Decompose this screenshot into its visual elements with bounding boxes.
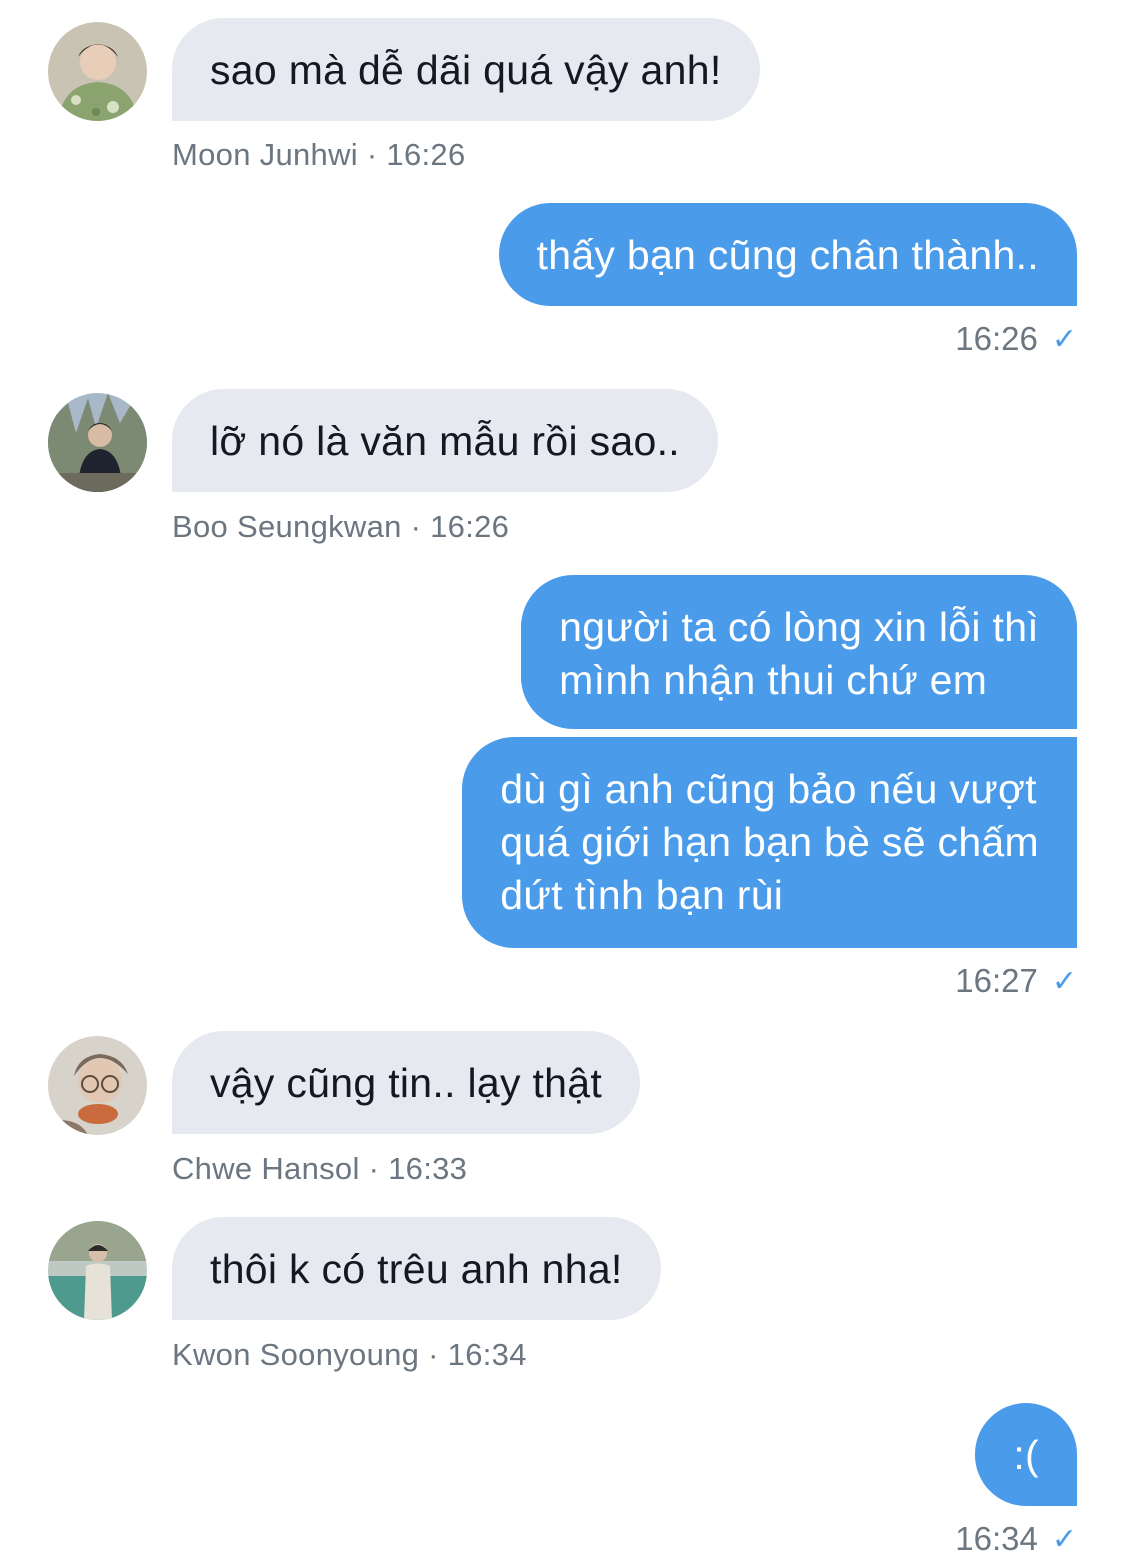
avatar-photo-icon — [48, 393, 147, 492]
avatar-photo-icon — [48, 1036, 147, 1135]
message-time: 16:27 — [955, 962, 1038, 999]
message-line: dứt tình bạn rùi — [500, 872, 784, 918]
incoming-message-bubble[interactable]: thôi k có trêu anh nha! — [172, 1217, 661, 1320]
avatar-photo-icon — [48, 22, 147, 121]
incoming-message-bubble[interactable]: lỡ nó là văn mẫu rồi sao.. — [172, 389, 718, 492]
avatar-kwon-soonyoung[interactable] — [48, 1221, 147, 1320]
avatar-moon-junhwi[interactable] — [48, 22, 147, 121]
avatar-chwe-hansol[interactable] — [48, 1036, 147, 1135]
message-meta: 16:26 ✓ — [955, 320, 1077, 358]
checkmark-icon: ✓ — [1051, 964, 1077, 998]
message-time: 16:26 — [955, 320, 1038, 357]
incoming-message-bubble[interactable]: vậy cũng tin.. lạy thật — [172, 1031, 641, 1134]
message-text: :( — [1013, 1432, 1039, 1478]
checkmark-icon: ✓ — [1051, 322, 1077, 356]
message-meta: Moon Junhwi · 16:26 — [172, 137, 466, 172]
outgoing-message-bubble[interactable]: người ta có lòng xin lỗi thì mình nhận t… — [521, 575, 1077, 729]
message-meta: Kwon Soonyoung · 16:34 — [172, 1337, 527, 1372]
message-text: sao mà dễ dãi quá vậy anh! — [210, 47, 722, 93]
avatar-boo-seungkwan[interactable] — [48, 393, 147, 492]
message-line: quá giới hạn bạn bè sẽ chấm — [500, 819, 1039, 865]
message-line: người ta có lòng xin lỗi thì — [559, 604, 1039, 650]
outgoing-message-bubble[interactable]: :( — [975, 1403, 1077, 1506]
message-line: mình nhận thui chứ em — [559, 657, 988, 703]
message-text: thôi k có trêu anh nha! — [210, 1246, 623, 1292]
chat-thread: sao mà dễ dãi quá vậy anh! Moon Junhwi ·… — [0, 0, 1125, 1564]
message-text: vậy cũng tin.. lạy thật — [210, 1060, 603, 1106]
message-meta: Chwe Hansol · 16:33 — [172, 1151, 468, 1186]
message-text: lỡ nó là văn mẫu rồi sao.. — [210, 418, 680, 464]
avatar-photo-icon — [48, 1221, 147, 1320]
message-meta: Boo Seungkwan · 16:26 — [172, 509, 510, 544]
outgoing-message-bubble[interactable]: thấy bạn cũng chân thành.. — [498, 203, 1077, 306]
message-line: dù gì anh cũng bảo nếu vượt — [500, 766, 1037, 812]
message-text: thấy bạn cũng chân thành.. — [536, 232, 1039, 278]
outgoing-message-bubble[interactable]: dù gì anh cũng bảo nếu vượt quá giới hạn… — [462, 737, 1077, 948]
checkmark-icon: ✓ — [1051, 1522, 1077, 1556]
message-meta: 16:27 ✓ — [955, 962, 1077, 1000]
message-meta: 16:34 ✓ — [955, 1520, 1077, 1558]
incoming-message-bubble[interactable]: sao mà dễ dãi quá vậy anh! — [172, 18, 760, 121]
message-time: 16:34 — [955, 1520, 1038, 1557]
